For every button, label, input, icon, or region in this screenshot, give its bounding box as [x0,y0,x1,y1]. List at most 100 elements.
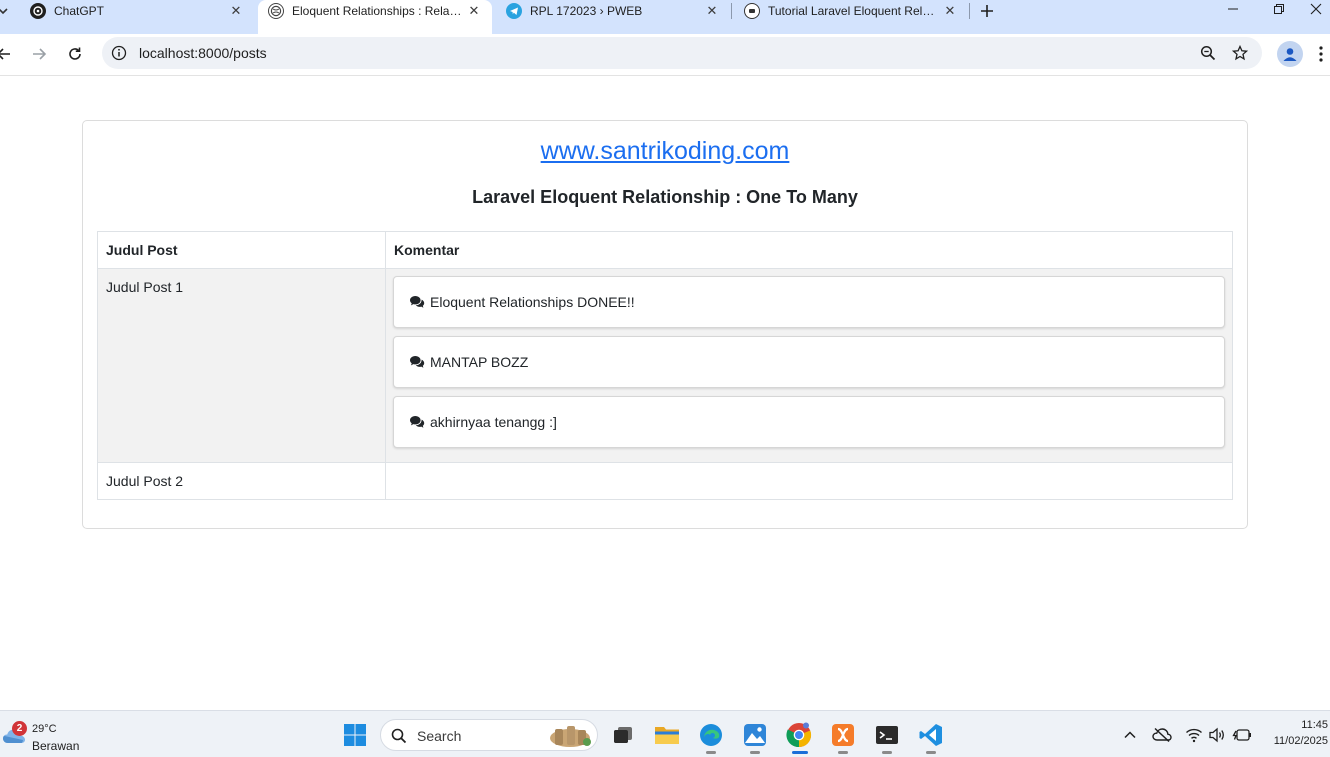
minimize-icon [1228,8,1238,10]
close-icon[interactable]: ✕ [228,3,244,19]
comments-icon [409,355,425,369]
chatgpt-icon [30,3,46,19]
photos-icon [744,724,766,746]
file-explorer-button[interactable] [654,722,680,748]
edge-button[interactable] [698,722,724,748]
minimize-button[interactable] [1210,0,1256,22]
task-view-icon [614,727,632,743]
comments-icon [409,415,425,429]
weather-condition: Berawan [32,739,80,753]
battery-charging-icon [1232,729,1251,741]
terminal-button[interactable] [874,722,900,748]
comment-text: MANTAP BOZZ [430,354,529,370]
page-subtitle: Laravel Eloquent Relationship : One To M… [472,187,858,207]
chevron-up-icon [1124,731,1136,739]
tab-strip: ChatGPT ✕ Eloquent Relationships : Relas… [0,0,1330,36]
search-highlight-icon [550,726,591,747]
more-menu-icon[interactable] [1318,45,1324,63]
running-indicator [750,751,760,754]
volume-tray-icon[interactable] [1207,725,1227,745]
close-window-button[interactable] [1302,0,1330,22]
site-info-icon[interactable] [111,45,127,66]
chevron-down-icon [0,8,8,15]
active-indicator [792,751,808,754]
xampp-icon [832,724,854,746]
running-indicator [838,751,848,754]
site-link[interactable]: www.santrikoding.com [83,137,1247,166]
bookmark-star-icon[interactable] [1231,44,1249,66]
vscode-button[interactable] [918,722,944,748]
address-bar[interactable]: localhost:8000/posts [102,37,1262,69]
notification-badge: 2 [12,721,27,736]
tab-title: RPL 172023 › PWEB [530,4,643,18]
running-indicator [706,751,716,754]
profile-avatar[interactable] [1277,41,1303,67]
reload-button[interactable] [63,42,87,66]
tab-title: Eloquent Relationships : Relasi O [292,4,464,18]
tab-separator [731,3,732,19]
weather-widget[interactable]: 2 29°C Berawan [0,715,110,755]
post-title: Judul Post 1 [97,268,386,463]
chrome-button[interactable] [786,722,812,748]
tab-eloquent-relationships[interactable]: Eloquent Relationships : Relasi O ✕ [268,0,482,22]
browser-toolbar: localhost:8000/posts [0,34,1330,76]
weather-temperature: 29°C [32,723,57,735]
chrome-icon [786,722,812,748]
telegram-icon [506,3,522,19]
santrikoding-icon [744,3,760,19]
reload-icon [69,47,81,60]
wifi-tray-icon[interactable] [1184,725,1204,745]
comment-text: Eloquent Relationships DONEE!! [430,294,635,310]
tab-title: Tutorial Laravel Eloquent Relatio [768,4,936,18]
tab-separator [969,3,970,19]
cloud-offline-icon [1152,727,1172,743]
tab-list-chevron[interactable] [0,0,10,22]
arrow-right-icon [33,48,47,60]
comment-text: akhirnyaa tenangg :] [430,414,557,430]
show-hidden-icons-button[interactable] [1120,725,1140,745]
system-clock[interactable]: 11:45 11/02/2025 [1274,717,1328,749]
onedrive-tray-icon[interactable] [1152,725,1172,745]
tab-telegram[interactable]: RPL 172023 › PWEB ✕ [506,0,720,22]
new-tab-button[interactable] [980,0,996,22]
url-text[interactable]: localhost:8000/posts [139,45,267,61]
tab-tutorial-laravel[interactable]: Tutorial Laravel Eloquent Relatio ✕ [744,0,958,22]
wifi-icon [1186,728,1202,743]
arrow-left-icon [0,48,10,60]
battery-tray-icon[interactable] [1232,725,1252,745]
start-button[interactable] [342,722,368,748]
forward-button[interactable] [27,42,51,66]
task-view-button[interactable] [610,722,636,748]
posts-card: www.santrikoding.com Laravel Eloquent Re… [82,120,1248,529]
table-row: Judul Post 1 Eloquent Relationships DONE… [97,268,1233,463]
xampp-button[interactable] [830,722,856,748]
person-icon [1283,48,1297,61]
table-row: Judul Post 2 [97,462,1233,500]
photos-button[interactable] [742,722,768,748]
tab-title: ChatGPT [54,4,105,18]
column-header-comments: Komentar [385,231,1233,269]
close-icon[interactable]: ✕ [942,3,958,19]
comments-icon [409,295,425,309]
running-indicator [882,751,892,754]
comments-cell: Eloquent Relationships DONEE!! MANTAP BO… [385,268,1233,463]
clock-date: 11/02/2025 [1273,735,1328,747]
zoom-icon[interactable] [1200,45,1216,66]
restore-icon [1274,4,1284,14]
search-label: Search [417,728,462,744]
close-icon[interactable]: ✕ [704,3,720,19]
plus-icon [981,5,993,17]
restore-button[interactable] [1256,0,1302,22]
globe-icon [268,3,284,19]
tab-chatgpt[interactable]: ChatGPT ✕ [30,0,244,22]
windows-logo-icon [344,724,366,746]
close-icon[interactable]: ✕ [466,3,482,19]
running-indicator [926,751,936,754]
post-title: Judul Post 2 [97,462,386,500]
taskbar-search[interactable]: Search [380,719,598,751]
terminal-icon [876,726,898,744]
back-button[interactable] [0,42,16,66]
vscode-icon [919,724,942,746]
windows-taskbar: 2 29°C Berawan Search 11:45 11/02/2025 [0,710,1330,757]
comment-item: akhirnyaa tenangg :] [393,396,1225,448]
